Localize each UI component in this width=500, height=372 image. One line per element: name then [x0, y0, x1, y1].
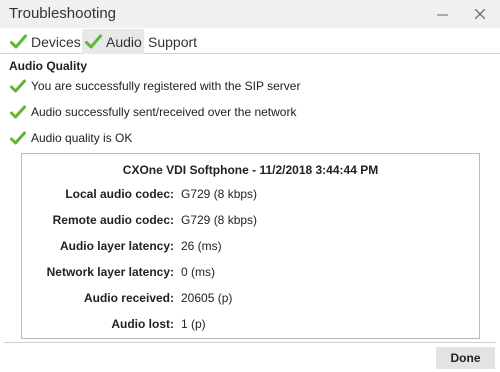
- close-button[interactable]: [468, 3, 492, 25]
- status-check-row: Audio quality is OK: [10, 129, 132, 147]
- tab-audio[interactable]: Audio: [82, 29, 144, 54]
- tab-devices-label: Devices: [31, 33, 81, 50]
- tab-devices[interactable]: Devices: [10, 29, 81, 54]
- status-check-text: You are successfully registered with the…: [31, 79, 301, 93]
- checkmark-icon: [10, 105, 26, 119]
- title-bar: Troubleshooting: [0, 0, 500, 28]
- stat-label: Audio layer latency:: [59, 239, 174, 253]
- stat-label: Audio lost:: [111, 317, 174, 331]
- stat-label: Network layer latency:: [46, 265, 174, 279]
- status-check-text: Audio successfully sent/received over th…: [31, 105, 297, 119]
- close-icon: [475, 9, 485, 19]
- done-button[interactable]: Done: [436, 347, 495, 369]
- checkmark-icon: [85, 34, 102, 49]
- section-title: Audio Quality: [9, 59, 87, 73]
- checkmark-icon: [10, 131, 26, 145]
- stat-row: Audio received: 20605 (p): [22, 291, 479, 307]
- minimize-icon: [436, 14, 448, 15]
- tab-audio-label: Audio: [106, 33, 142, 50]
- tab-support-label: Support: [148, 33, 198, 50]
- stat-row: Network layer latency: 0 (ms): [22, 265, 479, 281]
- stat-value: 20605 (p): [181, 291, 233, 305]
- status-check-text: Audio quality is OK: [31, 131, 133, 145]
- window-title: Troubleshooting: [9, 5, 117, 22]
- stat-row: Audio layer latency: 26 (ms): [22, 239, 479, 255]
- checkmark-icon: [10, 79, 26, 93]
- stat-label: Local audio codec:: [65, 187, 174, 201]
- stat-row: Audio lost: 1 (p): [22, 317, 479, 333]
- status-check-row: Audio successfully sent/received over th…: [10, 103, 296, 121]
- stat-value: 0 (ms): [181, 265, 215, 279]
- stat-value: G729 (8 kbps): [181, 213, 258, 227]
- stat-row: Remote audio codec: G729 (8 kbps): [22, 213, 479, 229]
- stat-row: Local audio codec: G729 (8 kbps): [22, 187, 479, 203]
- stats-panel: CXOne VDI Softphone - 11/2/2018 3:44:44 …: [21, 153, 480, 339]
- stat-label: Audio received:: [83, 291, 174, 305]
- checkmark-icon: [10, 34, 27, 49]
- footer-divider: [4, 342, 496, 343]
- stats-panel-title: CXOne VDI Softphone - 11/2/2018 3:44:44 …: [122, 163, 379, 177]
- tab-bar: Devices Audio Support: [0, 29, 500, 54]
- stat-value: 26 (ms): [181, 239, 222, 253]
- status-check-row: You are successfully registered with the…: [10, 77, 300, 95]
- stat-value: 1 (p): [181, 317, 206, 331]
- minimize-button[interactable]: [430, 3, 454, 25]
- stat-value: G729 (8 kbps): [181, 187, 258, 201]
- tab-support[interactable]: Support: [148, 29, 208, 54]
- stat-label: Remote audio codec:: [52, 213, 174, 227]
